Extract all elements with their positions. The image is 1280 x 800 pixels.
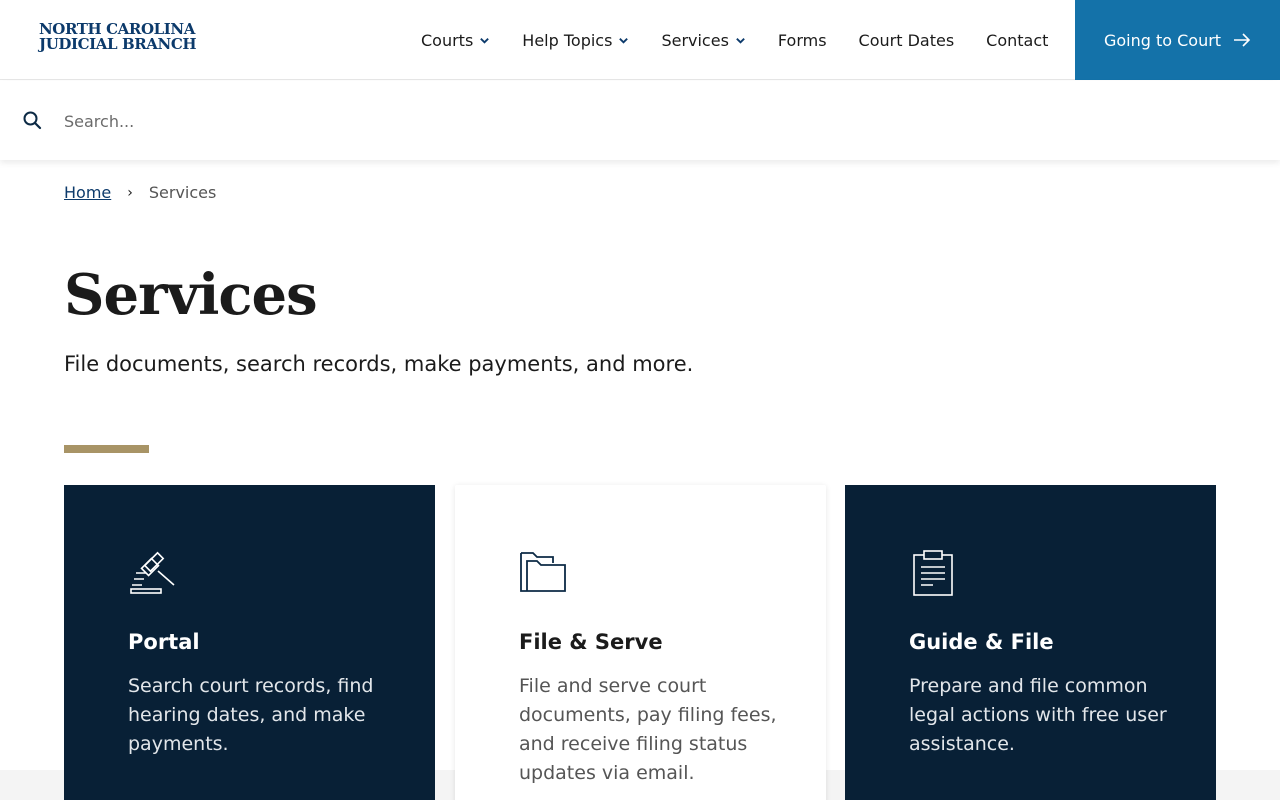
nav-item-court-dates[interactable]: Court Dates: [843, 0, 971, 80]
chevron-down-icon: [736, 37, 745, 44]
chevron-down-icon: [619, 37, 629, 44]
service-card-portal[interactable]: Portal Search court records, find hearin…: [64, 485, 435, 800]
clipboard-icon: [913, 550, 953, 596]
folder-icon: [520, 552, 566, 592]
breadcrumb: Home › Services: [64, 183, 216, 202]
site-logo[interactable]: NORTH CAROLINA JUDICIAL BRANCH: [39, 22, 197, 53]
breadcrumb-current: Services: [148, 183, 217, 202]
nav-item-courts[interactable]: Courts: [405, 0, 506, 80]
nav-item-help-topics[interactable]: Help Topics: [506, 0, 645, 80]
breadcrumb-separator: ›: [127, 184, 133, 201]
breadcrumb-home-link[interactable]: Home: [64, 183, 111, 202]
search-icon[interactable]: [22, 110, 42, 130]
card-description: File and serve court documents, pay fili…: [519, 675, 777, 784]
nav-label: Help Topics: [522, 30, 613, 50]
service-card-file-serve[interactable]: File & Serve File and serve court docume…: [455, 485, 826, 800]
card-title: File & Serve: [519, 630, 663, 654]
search-bar: [0, 81, 1280, 160]
nav-item-contact[interactable]: Contact: [970, 0, 1064, 80]
nav-label: Services: [661, 30, 729, 50]
chevron-down-icon: [480, 37, 490, 44]
arrow-right-icon: [1234, 33, 1251, 47]
nav-label: Contact: [986, 30, 1049, 50]
page-subtitle: File documents, search records, make pay…: [64, 352, 694, 376]
card-description: Prepare and file common legal actions wi…: [909, 675, 1167, 755]
gavel-icon: [130, 551, 175, 594]
main-nav: Courts Help Topics Services Forms Court …: [405, 0, 1064, 80]
card-title: Portal: [128, 630, 200, 654]
nav-item-services[interactable]: Services: [645, 0, 761, 80]
page-title: Services: [64, 262, 318, 328]
accent-divider: [64, 445, 149, 453]
nav-label: Forms: [777, 30, 827, 50]
nav-item-forms[interactable]: Forms: [762, 0, 843, 80]
nav-label: Court Dates: [858, 30, 955, 50]
service-card-guide-file[interactable]: Guide & File Prepare and file common leg…: [845, 485, 1216, 800]
card-title: Guide & File: [909, 630, 1054, 654]
logo-line-2: JUDICIAL BRANCH: [39, 35, 197, 53]
site-header: NORTH CAROLINA JUDICIAL BRANCH Courts He…: [0, 0, 1280, 80]
cta-label: Going to Court: [1103, 30, 1222, 50]
card-description: Search court records, find hearing dates…: [128, 675, 374, 755]
going-to-court-button[interactable]: Going to Court: [1075, 0, 1280, 80]
search-input[interactable]: [64, 105, 1214, 137]
nav-label: Courts: [421, 30, 474, 50]
